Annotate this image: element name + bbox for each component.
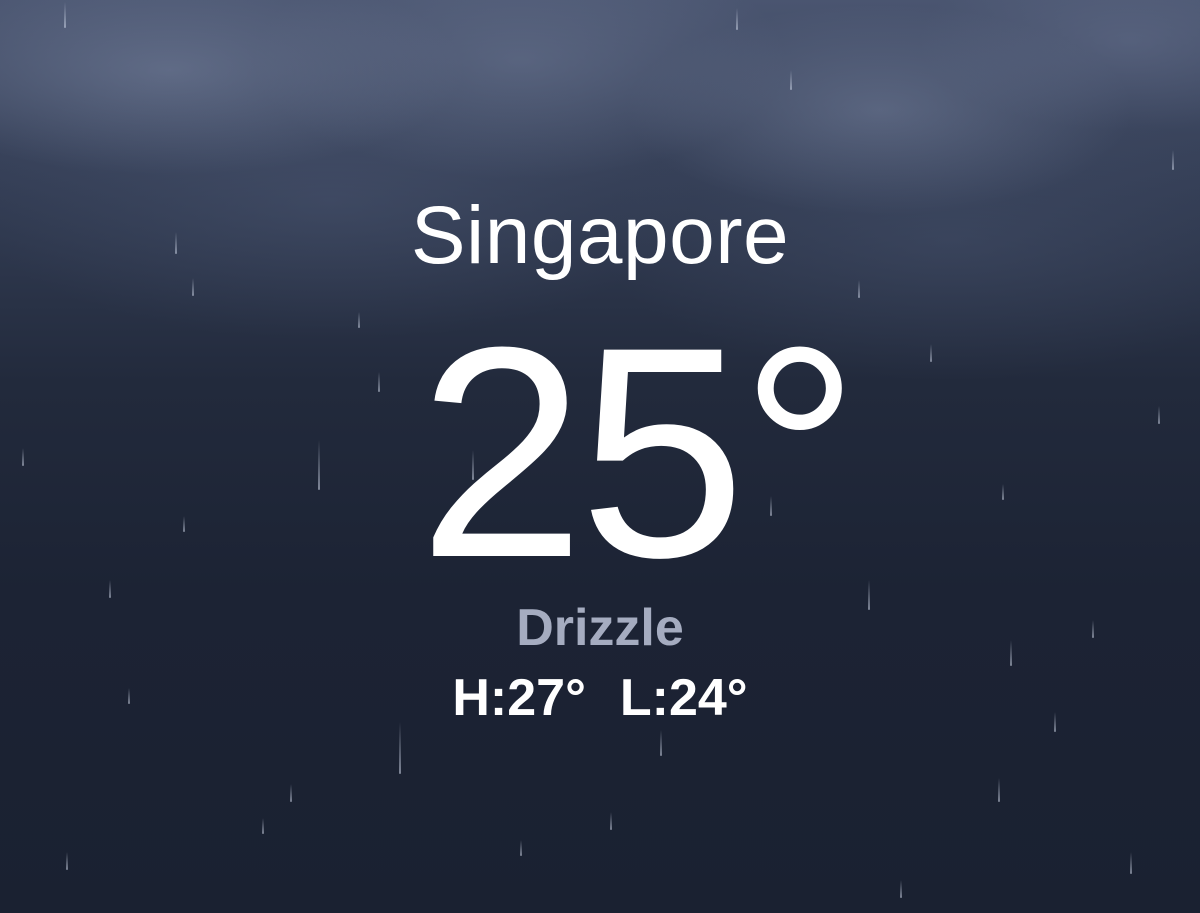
weather-condition: Drizzle [516, 599, 684, 657]
current-weather-header: Singapore 25° Drizzle H:27° L:24° [0, 0, 1200, 913]
high-low-temperatures: H:27° L:24° [0, 668, 1200, 728]
high-temperature: H:27° [452, 669, 586, 727]
city-name: Singapore [410, 190, 790, 281]
low-temperature: L:24° [619, 669, 748, 727]
current-temperature: 25° [418, 284, 860, 620]
